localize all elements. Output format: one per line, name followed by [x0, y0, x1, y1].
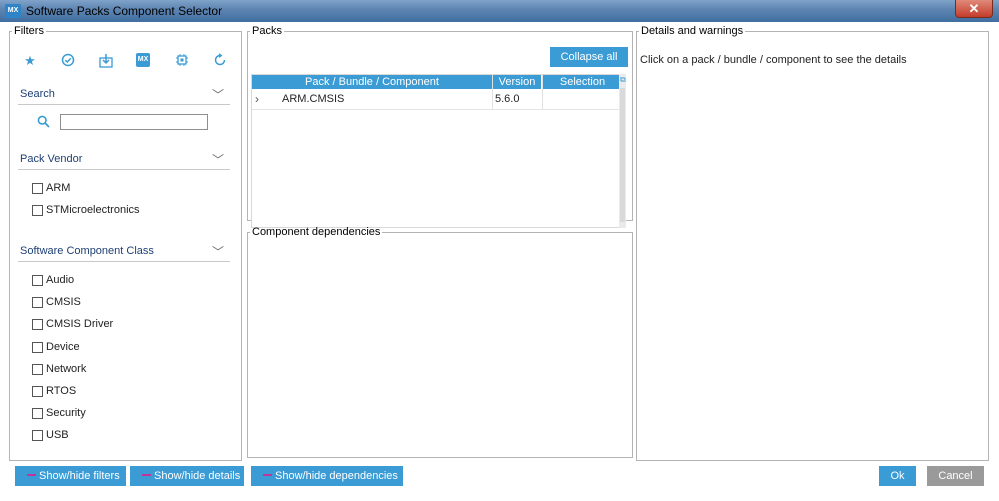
checkbox[interactable]	[32, 408, 43, 419]
vendor-label: STMicroelectronics	[46, 204, 140, 216]
checkbox[interactable]	[32, 364, 43, 375]
filters-panel: Filters ★ MX Search ﹀ Pack Vendor ﹀ ARM …	[9, 25, 242, 461]
class-label: Audio	[46, 274, 75, 286]
show-hide-filters-label: Show/hide filters	[39, 470, 120, 482]
checkbox[interactable]	[32, 205, 43, 216]
component-class-header-label: Software Component Class	[20, 245, 154, 257]
minus-icon	[27, 474, 36, 477]
show-hide-filters-button[interactable]: Show/hide filters	[15, 466, 126, 486]
refresh-icon[interactable]	[212, 53, 228, 69]
minus-icon	[263, 474, 272, 477]
ok-button[interactable]: Ok	[879, 466, 916, 486]
show-hide-dependencies-button[interactable]: Show/hide dependencies	[251, 466, 403, 486]
app-icon: MX	[5, 4, 21, 18]
checkbox[interactable]	[32, 297, 43, 308]
mx-icon[interactable]: MX	[136, 53, 150, 67]
chevron-down-icon[interactable]: ﹀	[212, 151, 224, 168]
window-title: Software Packs Component Selector	[26, 4, 223, 18]
component-class-section-header[interactable]: Software Component Class ﹀	[18, 245, 230, 262]
checkbox[interactable]	[32, 183, 43, 194]
packs-table-header: Pack / Bundle / Component Version Select…	[252, 75, 622, 89]
filters-legend: Filters	[14, 25, 44, 37]
filter-icon-bar: ★ MX	[22, 53, 230, 73]
class-label: CMSIS	[46, 296, 81, 308]
close-button[interactable]: ✕	[955, 0, 993, 18]
pack-selection-cell[interactable]	[545, 90, 621, 109]
checkbox[interactable]	[32, 275, 43, 286]
class-label: Device	[46, 341, 80, 353]
details-legend: Details and warnings	[641, 25, 744, 37]
search-input[interactable]	[60, 114, 208, 130]
chip-icon[interactable]	[174, 53, 190, 69]
minus-icon	[142, 474, 151, 477]
packs-scrollbar[interactable]	[619, 74, 626, 228]
chevron-right-icon[interactable]: ›	[255, 90, 265, 109]
search-section-header[interactable]: Search ﹀	[18, 88, 230, 105]
pack-version-cell: 5.6.0	[495, 93, 520, 105]
collapse-all-button[interactable]: Collapse all	[550, 47, 628, 67]
star-icon[interactable]: ★	[22, 53, 38, 69]
class-label: RTOS	[46, 385, 77, 397]
packs-legend: Packs	[252, 25, 282, 37]
pack-name-cell: ARM.CMSIS	[282, 93, 345, 105]
checkbox[interactable]	[32, 342, 43, 353]
chevron-down-icon[interactable]: ﹀	[212, 243, 224, 260]
column-header-pack[interactable]: Pack / Bundle / Component	[252, 75, 493, 89]
class-label: CMSIS Driver	[46, 318, 114, 330]
column-header-selection[interactable]: Selection	[543, 75, 622, 89]
show-hide-details-button[interactable]: Show/hide details	[130, 466, 244, 486]
class-label: Network	[46, 363, 87, 375]
show-hide-details-label: Show/hide details	[154, 470, 241, 482]
checkbox[interactable]	[32, 319, 43, 330]
details-panel: Details and warnings Click on a pack / b…	[636, 25, 989, 461]
dialog-client: Filters ★ MX Search ﹀ Pack Vendor ﹀ ARM …	[0, 22, 999, 501]
check-circle-icon[interactable]	[60, 53, 76, 69]
scrollbar-thumb[interactable]	[620, 88, 625, 222]
details-hint-text: Click on a pack / bundle / component to …	[640, 54, 907, 66]
pack-vendor-header-label: Pack Vendor	[20, 153, 83, 165]
title-bar: MX Software Packs Component Selector ✕	[0, 0, 999, 22]
column-header-version[interactable]: Version	[493, 75, 542, 89]
pack-vendor-section-header[interactable]: Pack Vendor ﹀	[18, 153, 230, 170]
class-label: USB	[46, 429, 69, 441]
column-chooser-icon[interactable]: ⧉	[620, 75, 628, 85]
chevron-down-icon[interactable]: ﹀	[212, 86, 224, 103]
dependencies-panel: Component dependencies	[247, 226, 633, 458]
table-row[interactable]: › ARM.CMSIS 5.6.0	[252, 90, 622, 110]
packs-table: Pack / Bundle / Component Version Select…	[251, 74, 623, 228]
download-icon[interactable]	[98, 53, 114, 69]
cancel-button[interactable]: Cancel	[927, 466, 984, 486]
checkbox[interactable]	[32, 430, 43, 441]
show-hide-dependencies-label: Show/hide dependencies	[275, 470, 398, 482]
class-label: Security	[46, 407, 86, 419]
checkbox[interactable]	[32, 386, 43, 397]
packs-panel: Packs Collapse all Pack / Bundle / Compo…	[247, 25, 633, 228]
search-header-label: Search	[20, 88, 55, 100]
vendor-label: ARM	[46, 182, 71, 194]
dependencies-legend: Component dependencies	[252, 226, 381, 238]
search-icon	[37, 115, 50, 131]
